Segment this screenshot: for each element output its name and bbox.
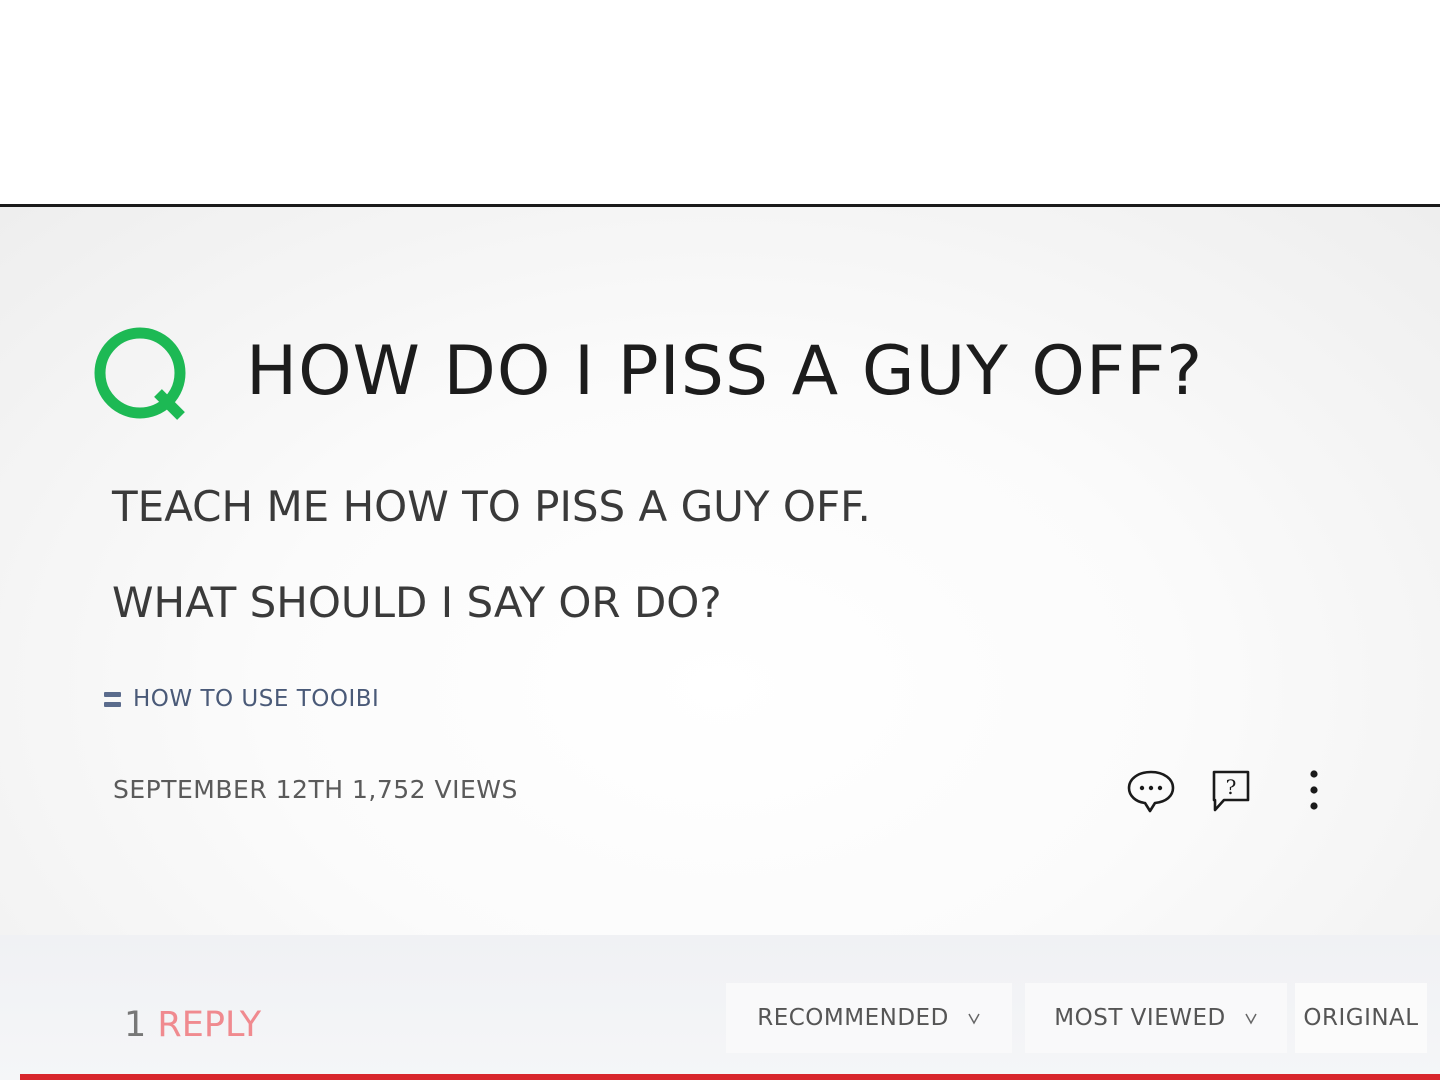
sort-tab-label: MOST VIEWED — [1054, 1005, 1226, 1031]
sort-tab-most-viewed[interactable]: MOST VIEWED — [1025, 983, 1287, 1053]
ask-question-button[interactable]: ? — [1208, 765, 1254, 817]
question-glyph: ? — [1226, 775, 1237, 799]
reply-count: 1 REPLY — [124, 1003, 261, 1047]
post-meta: SEPTEMBER 12TH 1,752 VIEWS — [113, 775, 518, 804]
question-bubble-icon: ? — [1212, 770, 1250, 812]
question-title: HOW DO I PISS A GUY OFF? — [246, 332, 1204, 411]
q-logo-icon — [94, 327, 186, 420]
chevron-down-icon — [1245, 1013, 1257, 1025]
question-card: HOW DO I PISS A GUY OFF? TEACH ME HOW TO… — [0, 204, 1440, 1080]
replies-sort-bar: 1 REPLY RECOMMENDED MOST VIEWED ORIGINAL — [0, 935, 1440, 1080]
sort-tab-label: ORIGINAL — [1303, 1005, 1419, 1031]
more-options-button[interactable] — [1296, 765, 1332, 817]
speech-bubble-icon — [1127, 770, 1175, 813]
sort-tab-label: RECOMMENDED — [757, 1005, 949, 1031]
bottom-accent-bar — [20, 1074, 1440, 1080]
how-to-use-label: HOW TO USE TOOIBI — [133, 686, 380, 712]
menu-lines-icon — [104, 691, 121, 708]
reply-count-number: 1 — [124, 1005, 147, 1045]
comment-button[interactable] — [1124, 765, 1178, 817]
how-to-use-link[interactable]: HOW TO USE TOOIBI — [104, 683, 379, 715]
chevron-down-icon — [968, 1013, 980, 1025]
blank-header-area — [0, 0, 1440, 204]
action-bar: ? — [1120, 765, 1340, 821]
reply-count-label: REPLY — [157, 1005, 262, 1045]
webtoon-panel: HOW DO I PISS A GUY OFF? TEACH ME HOW TO… — [0, 0, 1440, 1080]
question-body-line-1: TEACH ME HOW TO PISS A GUY OFF. — [112, 482, 871, 531]
sort-tab-original[interactable]: ORIGINAL — [1295, 983, 1427, 1053]
question-body-line-2: WHAT SHOULD I SAY OR DO? — [112, 578, 722, 627]
sort-tab-recommended[interactable]: RECOMMENDED — [726, 983, 1012, 1053]
vertical-dots-icon — [1310, 770, 1318, 810]
